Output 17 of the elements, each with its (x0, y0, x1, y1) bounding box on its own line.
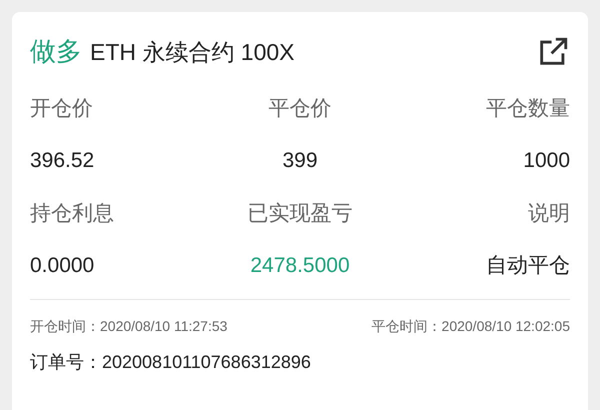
field-value: 1000 (522, 148, 570, 174)
direction-label: 做多 (30, 35, 82, 68)
open-time: 开仓时间：2020/08/10 11:27:53 (30, 317, 228, 336)
contract-title: ETH 永续合约 100X (90, 38, 294, 67)
field-label: 开仓价 (30, 96, 94, 122)
field-value: 396.52 (30, 148, 96, 174)
field-label: 平仓价 (268, 96, 332, 122)
field-value: 自动平仓 (485, 252, 570, 278)
close-time: 平仓时间：2020/08/10 12:02:05 (372, 317, 570, 336)
field-label: 已实现盈亏 (246, 201, 354, 227)
field-value: 0.0000 (30, 252, 96, 278)
field-label: 平仓数量 (485, 96, 570, 122)
field-label: 持仓利息 (30, 201, 115, 227)
field-value: 399 (281, 148, 319, 174)
field-label: 说明 (527, 201, 570, 227)
field-value: 2478.5000 (249, 252, 351, 278)
order-number: 订单号：202008101107686312896 (30, 352, 311, 372)
